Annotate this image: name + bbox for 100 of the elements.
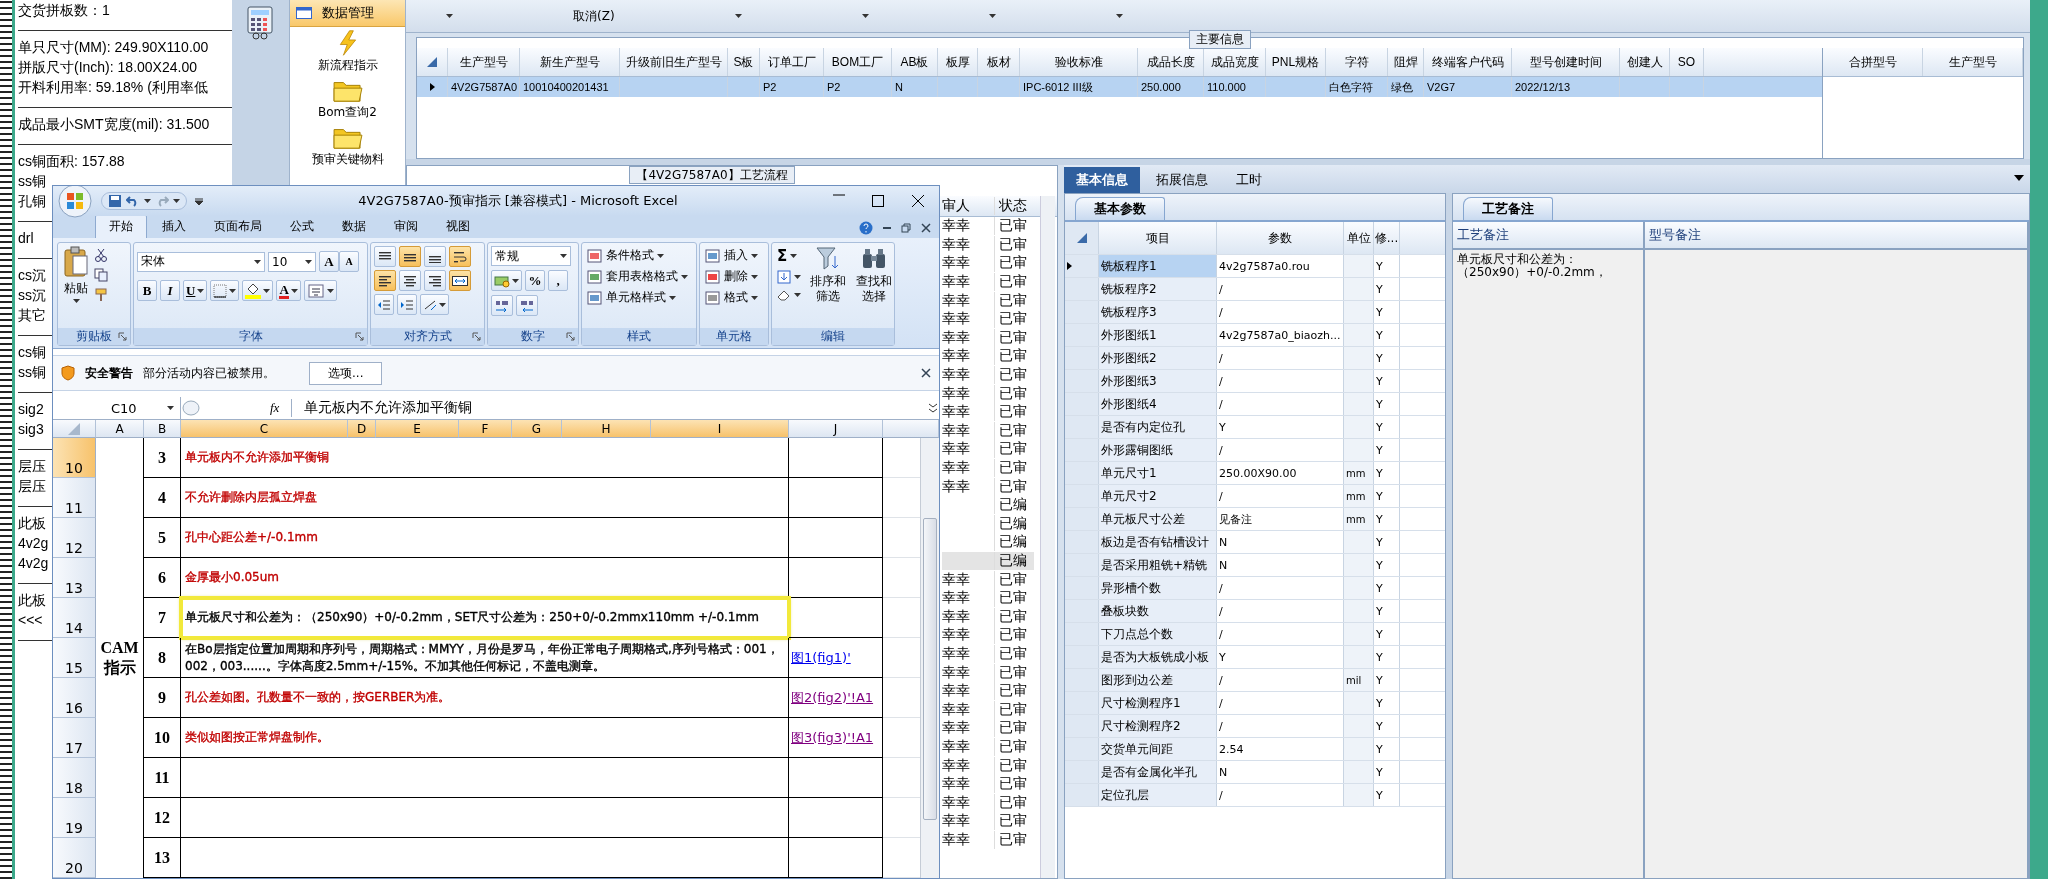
process-note-text[interactable]: 单元板尺寸和公差为：（250x90）+0/-0.2mm， <box>1453 250 1636 282</box>
column-header[interactable]: F <box>459 420 512 438</box>
decimal-button[interactable] <box>516 295 538 316</box>
sort-filter-button[interactable]: 排序和筛选 <box>806 246 850 325</box>
list-row[interactable]: 幸幸 已审 <box>942 365 1034 385</box>
parameter-name[interactable]: 是否为大板铣成小板 <box>1099 646 1217 668</box>
column-header[interactable]: 板厚 <box>938 48 978 76</box>
row-header[interactable]: 12 <box>53 518 96 558</box>
list-row[interactable]: 幸幸 已审 <box>942 309 1034 329</box>
list-row[interactable]: 幸幸 已审 <box>942 402 1034 422</box>
row-header[interactable]: 16 <box>53 678 96 718</box>
parameter-name[interactable]: 铣板程序3 <box>1099 301 1217 323</box>
column-header[interactable]: 终端客户代码 <box>1424 48 1512 76</box>
nav-item[interactable]: 预审关键物料 <box>311 151 384 168</box>
phonetic-button[interactable] <box>303 280 337 301</box>
parameter-name[interactable]: 外形图纸2 <box>1099 347 1217 369</box>
row-header[interactable]: 13 <box>53 558 96 598</box>
alignment-button[interactable] <box>374 246 396 267</box>
column-header[interactable]: 生产型号 <box>448 48 520 76</box>
nav-item[interactable]: 新流程指示 <box>317 57 378 74</box>
percent-button[interactable]: % <box>525 270 545 291</box>
list-row[interactable]: 幸幸 已审 <box>942 440 1034 459</box>
hyperlink[interactable]: 图3(fig3)'!A1 <box>791 729 874 746</box>
comma-button[interactable]: , <box>548 270 568 291</box>
styles-button[interactable]: 套用表格格式 <box>585 267 693 286</box>
column-header[interactable]: 生产型号 <box>1923 48 2023 76</box>
formula-field[interactable]: 单元板内不允许添加平衡铜 <box>291 399 927 417</box>
list-row[interactable]: 幸幸 已审 <box>942 830 1034 850</box>
list-row[interactable]: 幸幸 已审 <box>942 588 1034 608</box>
row-header[interactable]: 19 <box>53 798 96 838</box>
parameter-name[interactable]: 外形露铜图纸 <box>1099 439 1217 461</box>
alignment-button[interactable] <box>424 270 446 291</box>
border-button[interactable] <box>210 280 240 301</box>
italic-button[interactable]: I <box>160 280 180 301</box>
row-header[interactable] <box>1065 255 1099 277</box>
list-row[interactable]: 幸幸 已审 <box>942 756 1034 775</box>
tab[interactable]: 拓展信息 <box>1144 167 1220 193</box>
alignment-button[interactable] <box>399 246 421 267</box>
list-row[interactable]: 幸幸 已审 <box>942 663 1034 682</box>
fill-button[interactable] <box>775 269 803 285</box>
ribbon-tab[interactable]: 公式 <box>277 215 327 238</box>
list-row[interactable]: 幸幸 已审 <box>942 217 1034 236</box>
column-header[interactable]: BOM工厂 <box>824 48 892 76</box>
quick-access-toolbar[interactable] <box>101 192 187 210</box>
column-header[interactable]: 订单工厂 <box>760 48 824 76</box>
column-header[interactable]: 状态 <box>994 197 1034 215</box>
ribbon-tab[interactable]: 审阅 <box>381 215 431 238</box>
find-select-button[interactable]: 查找和选择 <box>852 246 897 325</box>
tab[interactable]: 基本信息 <box>1064 167 1140 193</box>
column-header[interactable]: D <box>348 420 376 438</box>
alignment-button[interactable] <box>399 270 421 291</box>
parameter-name[interactable]: 外形图纸4 <box>1099 393 1217 415</box>
list-row[interactable]: 幸幸 已审 <box>942 570 1034 589</box>
list-row[interactable]: 幸幸 已审 <box>942 421 1034 441</box>
scrollbar[interactable] <box>920 438 939 878</box>
ribbon-tab[interactable]: 页面布局 <box>201 215 275 238</box>
column-header[interactable]: E <box>376 420 459 438</box>
styles-button[interactable]: 条件格式 <box>585 246 693 265</box>
ribbon-tab[interactable]: 开始 <box>95 214 147 238</box>
parameter-name[interactable]: 下刀点总个数 <box>1099 623 1217 645</box>
list-row[interactable]: 幸幸 已审 <box>942 254 1034 273</box>
list-row[interactable]: 幸幸 已审 <box>942 719 1034 738</box>
shrink-font-button[interactable]: A <box>339 251 359 272</box>
styles-button[interactable]: 单元格样式 <box>585 288 693 307</box>
column-header[interactable]: 审人 <box>942 197 994 215</box>
list-row[interactable]: 幸幸 已审 <box>942 737 1034 757</box>
parameter-name[interactable]: 是否有内定位孔 <box>1099 416 1217 438</box>
column-header[interactable]: 升级前旧生产型号 <box>620 48 728 76</box>
insert-function-button[interactable]: fx <box>200 400 292 416</box>
row-header[interactable]: 20 <box>53 838 96 878</box>
parameter-name[interactable]: 叠板块数 <box>1099 600 1217 622</box>
list-row[interactable]: 幸幸 已审 <box>942 347 1034 366</box>
panel-tab[interactable]: 工艺备注 <box>1463 197 1553 220</box>
list-row[interactable]: 幸幸 已审 <box>942 644 1034 664</box>
decimal-button[interactable] <box>491 295 513 316</box>
row-header[interactable]: 17 <box>53 718 96 758</box>
parameter-name[interactable]: 交货单元间距 <box>1099 738 1217 760</box>
paste-button[interactable]: 粘贴 <box>61 246 91 325</box>
tab[interactable]: 工时 <box>1224 167 1274 193</box>
cells-button[interactable]: 插入 <box>703 246 765 265</box>
list-row[interactable]: 已编 <box>942 514 1034 534</box>
list-row[interactable]: 幸幸 已审 <box>942 458 1034 478</box>
column-header[interactable]: A <box>96 420 144 438</box>
nav-header[interactable]: 数据管理 <box>290 0 405 27</box>
column-header[interactable]: 单位 <box>1344 222 1374 254</box>
row-header[interactable]: 11 <box>53 478 96 518</box>
ribbon-tab[interactable]: 插入 <box>149 215 199 238</box>
parameter-name[interactable]: 是否有金属化半孔 <box>1099 761 1217 783</box>
fill-color-button[interactable] <box>242 280 274 301</box>
column-header[interactable]: 阻焊 <box>1388 48 1424 76</box>
list-row[interactable]: 幸幸 已审 <box>942 626 1034 645</box>
parameter-name[interactable]: 板边是否有钻槽设计 <box>1099 531 1217 553</box>
column-header[interactable]: 板材 <box>978 48 1020 76</box>
ribbon-tab[interactable]: 数据 <box>329 215 379 238</box>
parameter-name[interactable]: 尺寸检测程序2 <box>1099 715 1217 737</box>
row-header[interactable]: 10 <box>53 438 96 478</box>
column-header[interactable]: 合拼型号 <box>1823 48 1923 76</box>
grow-font-button[interactable]: A <box>319 251 339 272</box>
column-header[interactable]: H <box>562 420 651 438</box>
row-header[interactable]: 15 <box>53 638 96 678</box>
